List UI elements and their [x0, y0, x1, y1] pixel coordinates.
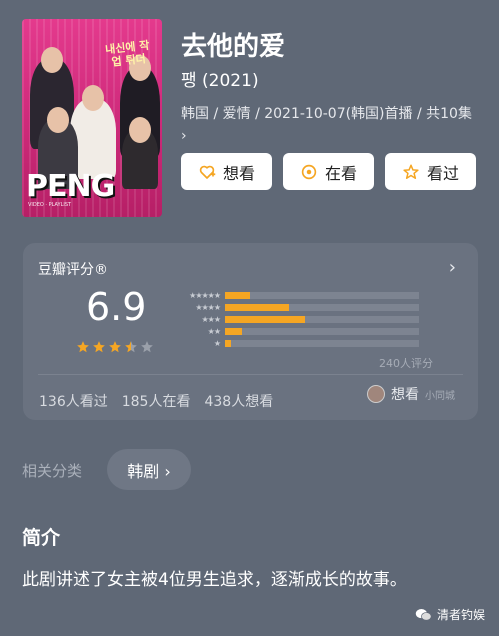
rating-bar-fill: [225, 291, 251, 299]
poster-image[interactable]: 내신에 작업 튀더 PENG VIDEO · PLAYLIST: [22, 19, 162, 217]
page-title: 去他的爱: [181, 32, 286, 62]
poster-credit: VIDEO · PLAYLIST: [28, 202, 72, 208]
poster-korean-title: 내신에 작업 튀더: [104, 38, 151, 69]
watched-button[interactable]: 看过: [385, 153, 476, 190]
heart-plus-icon: [199, 165, 216, 179]
poster-face: [82, 85, 104, 111]
rating-bar-fill: [225, 327, 243, 335]
poster-face: [129, 117, 151, 143]
watching-label: 在看: [324, 163, 357, 183]
want-to-watch-label: 想看: [222, 163, 255, 183]
rating-bar-fill: [225, 339, 231, 347]
poster-face: [47, 107, 69, 133]
rating-bar-row: ★: [173, 337, 419, 349]
intro-text: 此剧讲述了女主被4位男生追求，逐渐成长的故事。: [22, 570, 407, 590]
related-chip-label: 韩剧 ›: [127, 461, 171, 481]
rating-bar-track: [225, 303, 419, 311]
poster-logo: PENG: [26, 169, 115, 204]
want-to-watch-button[interactable]: 想看: [181, 153, 272, 190]
rating-bar-track: [225, 327, 419, 335]
watermark-text: 清者钓娱: [436, 608, 485, 622]
star-icon: [141, 341, 153, 353]
rating-card[interactable]: 豆瓣评分® › 6.9 ★★★★★ ★★★★ ★★★ ★★ ★ 240人评分 136人看…: [23, 243, 478, 420]
star-icon: [93, 341, 105, 353]
watched-label: 看过: [426, 163, 459, 183]
vote-count: 240人评分: [379, 357, 433, 370]
watched-count[interactable]: 136人看过: [39, 391, 108, 411]
rating-bar-fill: [225, 315, 305, 323]
rating-bar-label: ★★★★: [195, 302, 221, 312]
action-buttons: 想看 在看 看过: [181, 153, 476, 190]
watch-counts: 136人看过 185人在看 438人想看: [39, 391, 273, 411]
rating-bar-label: ★★★★★: [189, 290, 221, 300]
friends-want[interactable]: 想看 小同城: [367, 384, 455, 404]
related-chip-kdrama[interactable]: 韩剧 ›: [107, 449, 191, 490]
rating-bar-label: ★★★: [201, 314, 221, 324]
rating-header: 豆瓣评分®: [38, 262, 108, 278]
watching-count[interactable]: 185人在看: [122, 391, 191, 411]
star-outline-icon: [403, 164, 419, 179]
chevron-right-icon[interactable]: ›: [449, 257, 456, 278]
divider: [38, 374, 463, 375]
related-label: 相关分类: [22, 462, 83, 480]
rating-bar-track: [225, 339, 419, 347]
poster-face: [41, 47, 63, 73]
original-title: 팽 (2021): [181, 71, 259, 91]
rating-bar-track: [225, 291, 419, 299]
wechat-icon: [415, 608, 432, 621]
avatar: [367, 385, 385, 403]
rating-bar-track: [225, 315, 419, 323]
star-icon: [77, 341, 89, 353]
target-icon: [301, 164, 317, 179]
rating-bar-row: ★★★★★: [173, 289, 419, 301]
want-count[interactable]: 438人想看: [204, 391, 273, 411]
rating-bar-label: ★: [213, 338, 221, 348]
rating-distribution: ★★★★★ ★★★★ ★★★ ★★ ★: [173, 289, 419, 349]
friends-want-label: 想看: [391, 387, 419, 403]
watching-button[interactable]: 在看: [283, 153, 374, 190]
rating-bar-fill: [225, 303, 290, 311]
rating-bar-label: ★★: [207, 326, 221, 336]
watermark: 清者钓娱: [415, 606, 485, 623]
meta-info-link[interactable]: 韩国 / 爱情 / 2021-10-07(韩国)首播 / 共10集 ›: [181, 103, 481, 147]
rating-bar-row: ★★: [173, 325, 419, 337]
rating-bar-row: ★★★★: [173, 301, 419, 313]
rating-bar-row: ★★★: [173, 313, 419, 325]
star-icon: [109, 341, 121, 353]
friends-want-sub: 小同城: [425, 390, 455, 402]
star-icon: [125, 341, 137, 353]
rating-score: 6.9: [86, 285, 147, 329]
rating-stars: [76, 340, 154, 354]
intro-heading: 简介: [22, 527, 61, 549]
